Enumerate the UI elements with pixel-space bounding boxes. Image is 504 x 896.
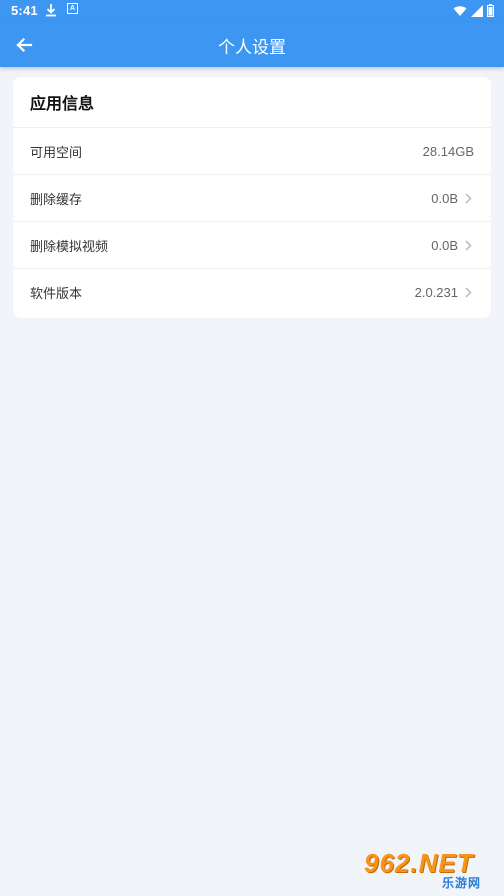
- row-label: 删除缓存: [30, 192, 83, 208]
- row-label: 软件版本: [30, 287, 83, 302]
- download-icon: [45, 3, 57, 20]
- watermark-logo: 962.NET 乐游网: [364, 848, 500, 892]
- chevron-right-icon: [462, 240, 474, 251]
- row-value: 2.0.231: [414, 285, 458, 300]
- signal-icon: [471, 4, 483, 20]
- app-bar: 个人设置: [0, 22, 504, 67]
- card-header: 应用信息: [13, 77, 491, 128]
- page-title: 个人设置: [218, 38, 286, 58]
- chevron-right-icon: [462, 287, 474, 298]
- wifi-icon: [453, 5, 467, 20]
- row-value: 0.0B: [431, 237, 458, 253]
- row-delete-sim-video[interactable]: 删除模拟视频 0.0B: [13, 222, 491, 269]
- row-label: 可用空间: [30, 145, 83, 161]
- status-bar: 5:41 A: [0, 0, 504, 22]
- battery-icon: [487, 4, 494, 20]
- row-software-version[interactable]: 软件版本 2.0.231: [13, 269, 491, 316]
- row-delete-cache[interactable]: 删除缓存 0.0B: [13, 175, 491, 222]
- row-label: 删除模拟视频: [30, 239, 109, 255]
- app-info-card: 应用信息 可用空间 28.14GB 删除缓存 0.0B 删除模拟视频 0.0B …: [13, 77, 491, 318]
- row-value: 28.14GB: [422, 143, 474, 159]
- system-icons: [453, 4, 494, 20]
- status-time: 5:41: [11, 3, 38, 18]
- row-available-space: 可用空间 28.14GB: [13, 128, 491, 175]
- watermark-sub: 乐游网: [442, 876, 482, 890]
- chevron-right-icon: [462, 193, 474, 204]
- a-notification-icon: A: [67, 3, 78, 14]
- row-value: 0.0B: [431, 190, 458, 206]
- notification-icons: A: [45, 3, 78, 20]
